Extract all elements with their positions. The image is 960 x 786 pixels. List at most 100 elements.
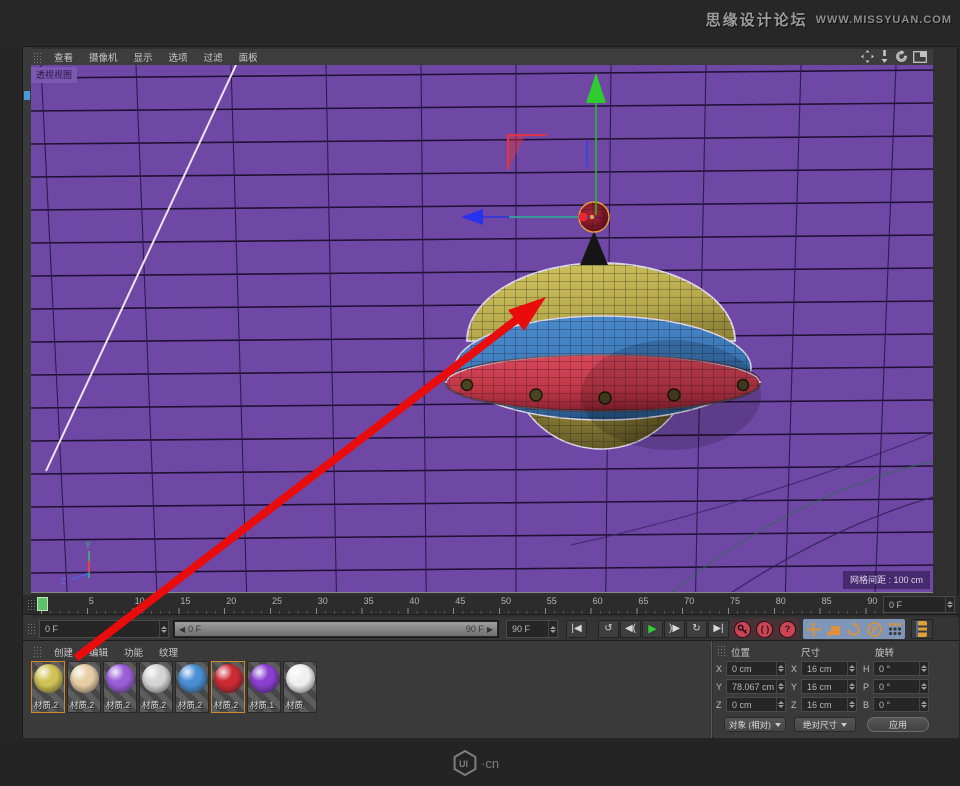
record-pla-icon[interactable] — [888, 622, 902, 636]
menu-display[interactable]: 显示 — [126, 50, 161, 64]
rotate-view-icon[interactable] — [895, 50, 908, 63]
end-frame-field[interactable]: 90 F — [506, 620, 558, 638]
record-rotation-icon[interactable] — [846, 622, 861, 637]
screenshot-root: 思缘设计论坛 WWW.MISSYUAN.COM 查看 摄像机 显示 选项 过滤 … — [0, 0, 960, 786]
size-y-field[interactable]: 16 cm — [801, 679, 857, 694]
spinner-icon[interactable] — [548, 621, 557, 637]
timeline-tick-label: 55 — [547, 596, 557, 606]
zoom-view-icon[interactable] — [879, 50, 890, 63]
material-swatch[interactable]: 材质.2 — [139, 661, 173, 713]
timeline-tick-label: 25 — [272, 596, 282, 606]
keyframe-track-icon[interactable] — [911, 619, 933, 639]
timeline-tick-label: 70 — [684, 596, 694, 606]
rot-p-field[interactable]: 0 ° — [873, 679, 929, 694]
material-swatch[interactable]: 材质.2 — [67, 661, 101, 713]
drag-grip-icon[interactable] — [33, 646, 42, 657]
slider-right-handle-icon[interactable]: ▶ — [487, 625, 497, 634]
pan-view-icon[interactable] — [861, 50, 874, 63]
record-parameter-icon[interactable]: P — [867, 622, 882, 637]
size-mode-dropdown[interactable]: 绝对尺寸 — [794, 717, 856, 732]
drag-grip-icon[interactable] — [717, 645, 726, 656]
svg-text:Z: Z — [61, 577, 66, 586]
slider-left-handle-icon[interactable]: ◀ — [175, 625, 188, 634]
pos-z-field[interactable]: 0 cm — [726, 697, 786, 712]
size-x-field[interactable]: 16 cm — [801, 661, 857, 676]
rot-h-field[interactable]: 0 ° — [873, 661, 929, 676]
move-gizmo[interactable] — [461, 73, 606, 225]
material-swatch[interactable]: 材质.1 — [247, 661, 281, 713]
menu-panel[interactable]: 面板 — [231, 50, 266, 64]
mat-menu-texture[interactable]: 纹理 — [151, 645, 186, 659]
site-name: 思缘设计论坛 — [706, 9, 808, 30]
material-list: 材质.2 材质.2 材质.2 材质.2 材质.2 材质.2 材质.1 材质 — [31, 661, 317, 713]
mat-menu-function[interactable]: 功能 — [116, 645, 151, 659]
rot-b-field[interactable]: 0 ° — [873, 697, 929, 712]
current-frame-field[interactable]: 0 F — [883, 596, 955, 613]
record-parens-button[interactable]: ( ) — [756, 621, 773, 638]
previous-key-button[interactable]: ↺ — [598, 620, 619, 638]
record-scale-icon[interactable] — [827, 622, 841, 636]
timeline-tick-label: 5 — [89, 596, 94, 606]
spinner-icon[interactable] — [159, 621, 168, 637]
material-swatch[interactable]: 材质.2 — [31, 661, 65, 713]
timeline-ruler[interactable]: 051015202530354045505560657075808590 — [39, 595, 885, 615]
pos-y-field[interactable]: 78.067 cm — [726, 679, 786, 694]
ui-cn-logo: UI ·cn — [452, 750, 499, 776]
menu-options[interactable]: 选项 — [161, 50, 196, 64]
position-header: 位置 — [731, 645, 750, 659]
gizmo-y-arrow[interactable] — [586, 73, 606, 103]
highlighted-grid-line — [46, 65, 236, 471]
next-key-button[interactable]: ↻ — [686, 620, 707, 638]
panel-tab-icon[interactable] — [24, 91, 30, 100]
chevron-down-icon — [841, 723, 847, 727]
drag-grip-icon[interactable] — [33, 52, 42, 63]
start-frame-field[interactable]: 0 F — [39, 620, 169, 638]
pos-x-field[interactable]: 0 cm — [726, 661, 786, 676]
drag-grip-icon[interactable] — [27, 623, 36, 634]
viewport-menubar: 查看 摄像机 显示 选项 过滤 面板 — [31, 49, 933, 65]
previous-frame-button[interactable]: ◀( — [620, 620, 641, 638]
material-sphere-preview — [106, 664, 135, 693]
mat-menu-create[interactable]: 创建 — [46, 645, 81, 659]
menu-camera[interactable]: 摄像机 — [81, 50, 126, 64]
current-frame-marker[interactable] — [37, 597, 48, 611]
apply-button[interactable]: 应用 — [867, 717, 929, 732]
play-button[interactable]: ▶ — [642, 620, 663, 638]
next-frame-button[interactable]: )▶ — [664, 620, 685, 638]
material-swatch[interactable]: 材质.2 — [211, 661, 245, 713]
size-z-field[interactable]: 16 cm — [801, 697, 857, 712]
timeline-tick-label: 90 — [867, 596, 877, 606]
mat-menu-edit[interactable]: 编辑 — [81, 645, 116, 659]
rotation-header: 旋转 — [875, 645, 894, 659]
viewport[interactable]: Y Z 透视视图 网格间距 : 100 cm — [31, 65, 933, 593]
go-to-end-button[interactable]: ▶| — [708, 620, 729, 638]
material-swatch[interactable]: 材质.2 — [175, 661, 209, 713]
size-y-label: Y — [791, 682, 797, 692]
menu-filter[interactable]: 过滤 — [196, 50, 231, 64]
record-question-button[interactable]: ? — [779, 621, 796, 638]
material-swatch[interactable]: 材质 — [283, 661, 317, 713]
timeline-tick-label: 65 — [638, 596, 648, 606]
material-sphere-preview — [286, 664, 315, 693]
range-start-label: 0 F — [188, 624, 201, 634]
material-label: 材质.2 — [212, 699, 244, 711]
record-position-icon[interactable] — [806, 622, 821, 637]
view-label[interactable]: 透视视图 — [31, 67, 77, 83]
material-label: 材质.2 — [104, 699, 136, 711]
material-label: 材质.1 — [248, 699, 280, 711]
spinner-icon[interactable] — [945, 597, 954, 612]
record-keyframe-button[interactable] — [734, 621, 751, 638]
record-filter-group: P — [803, 619, 905, 639]
rot-p-label: P — [863, 682, 869, 692]
toggle-view-icon[interactable] — [913, 51, 927, 63]
menu-view[interactable]: 查看 — [46, 50, 81, 64]
frame-range-slider[interactable]: ◀ 0 F 90 F ▶ — [173, 620, 499, 638]
coordinate-mode-dropdown[interactable]: 对象 (相对) — [724, 717, 786, 732]
site-url: WWW.MISSYUAN.COM — [816, 14, 952, 26]
material-swatch[interactable]: 材质.2 — [103, 661, 137, 713]
gizmo-x-arrow[interactable] — [461, 209, 483, 225]
timeline-ruler-row: 051015202530354045505560657075808590 0 F — [23, 595, 959, 615]
material-label: 材质.2 — [176, 699, 208, 711]
go-to-start-button[interactable]: |◀ — [566, 620, 587, 638]
drag-grip-icon[interactable] — [27, 599, 36, 610]
